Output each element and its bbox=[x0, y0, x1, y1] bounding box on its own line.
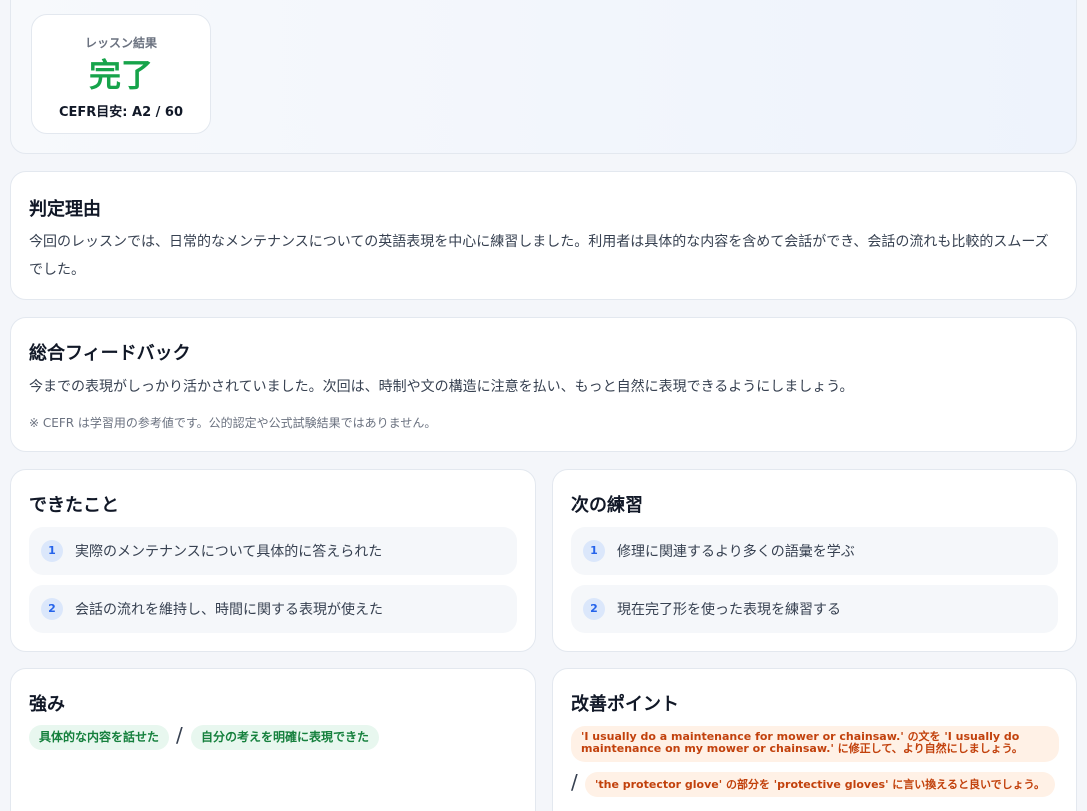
list-item: 1 実際のメンテナンスについて具体的に答えられた bbox=[29, 527, 517, 575]
list-item-text: 現在完了形を使った表現を練習する bbox=[617, 602, 841, 618]
list-item-text: 会話の流れを維持し、時間に関する表現が使えた bbox=[75, 602, 383, 618]
tag-separator: / bbox=[571, 770, 578, 794]
tag-separator: / bbox=[176, 723, 183, 747]
item-number-badge: 1 bbox=[583, 540, 605, 562]
feedback-text: 今までの表現がしっかり活かされていました。次回は、時制や文の構造に注意を払い、も… bbox=[29, 379, 854, 395]
improvement-tag: 'I usually do a maintenance for mower or… bbox=[571, 726, 1059, 762]
improvement-tag: 'the protector glove' の部分を 'protective g… bbox=[585, 772, 1055, 797]
next-practice-card: 次の練習 1 修理に関連するより多くの語彙を学ぶ 2 現在完了形を使った表現を練… bbox=[552, 469, 1077, 652]
strengths-title: 強み bbox=[29, 694, 65, 715]
strength-tag: 具体的な内容を話せた bbox=[29, 725, 170, 750]
improvements-title: 改善ポイント bbox=[571, 694, 679, 715]
result-status: 完了 bbox=[88, 56, 153, 94]
item-number-badge: 2 bbox=[583, 598, 605, 620]
feedback-card: 総合フィードバック 今までの表現がしっかり活かされていました。次回は、時制や文の… bbox=[10, 317, 1077, 452]
strengths-card: 強み 具体的な内容を話せた / 自分の考えを明確に表現できた bbox=[10, 668, 536, 811]
result-label: レッスン結果 bbox=[84, 36, 157, 50]
list-item: 2 現在完了形を使った表現を練習する bbox=[571, 585, 1058, 633]
next-practice-title: 次の練習 bbox=[571, 495, 643, 516]
improvements-card: 改善ポイント 'I usually do a maintenance for m… bbox=[552, 668, 1077, 811]
reason-card: 判定理由 今回のレッスンでは、日常的なメンテナンスについての英語表現を中心に練習… bbox=[10, 171, 1077, 300]
strength-tag: 自分の考えを明確に表現できた bbox=[191, 725, 380, 750]
achievements-title: できたこと bbox=[29, 495, 119, 516]
list-item: 2 会話の流れを維持し、時間に関する表現が使えた bbox=[29, 585, 517, 633]
achievements-card: できたこと 1 実際のメンテナンスについて具体的に答えられた 2 会話の流れを維… bbox=[10, 469, 536, 652]
reason-title: 判定理由 bbox=[29, 199, 101, 220]
cefr-level: CEFR目安: A2 / 60 bbox=[58, 105, 184, 120]
list-item-text: 実際のメンテナンスについて具体的に答えられた bbox=[75, 544, 383, 560]
item-number-badge: 2 bbox=[41, 598, 63, 620]
cefr-disclaimer: ※ CEFR は学習用の参考値です。公的認定や公式試験結果ではありません。 bbox=[29, 416, 437, 430]
result-summary-box: レッスン結果 完了 CEFR目安: A2 / 60 bbox=[31, 14, 211, 134]
reason-text: 今回のレッスンでは、日常的なメンテナンスについての英語表現を中心に練習しました。… bbox=[29, 234, 1049, 278]
list-item-text: 修理に関連するより多くの語彙を学ぶ bbox=[617, 544, 855, 560]
item-number-badge: 1 bbox=[41, 540, 63, 562]
list-item: 1 修理に関連するより多くの語彙を学ぶ bbox=[571, 527, 1058, 575]
feedback-title: 総合フィードバック bbox=[29, 343, 191, 364]
